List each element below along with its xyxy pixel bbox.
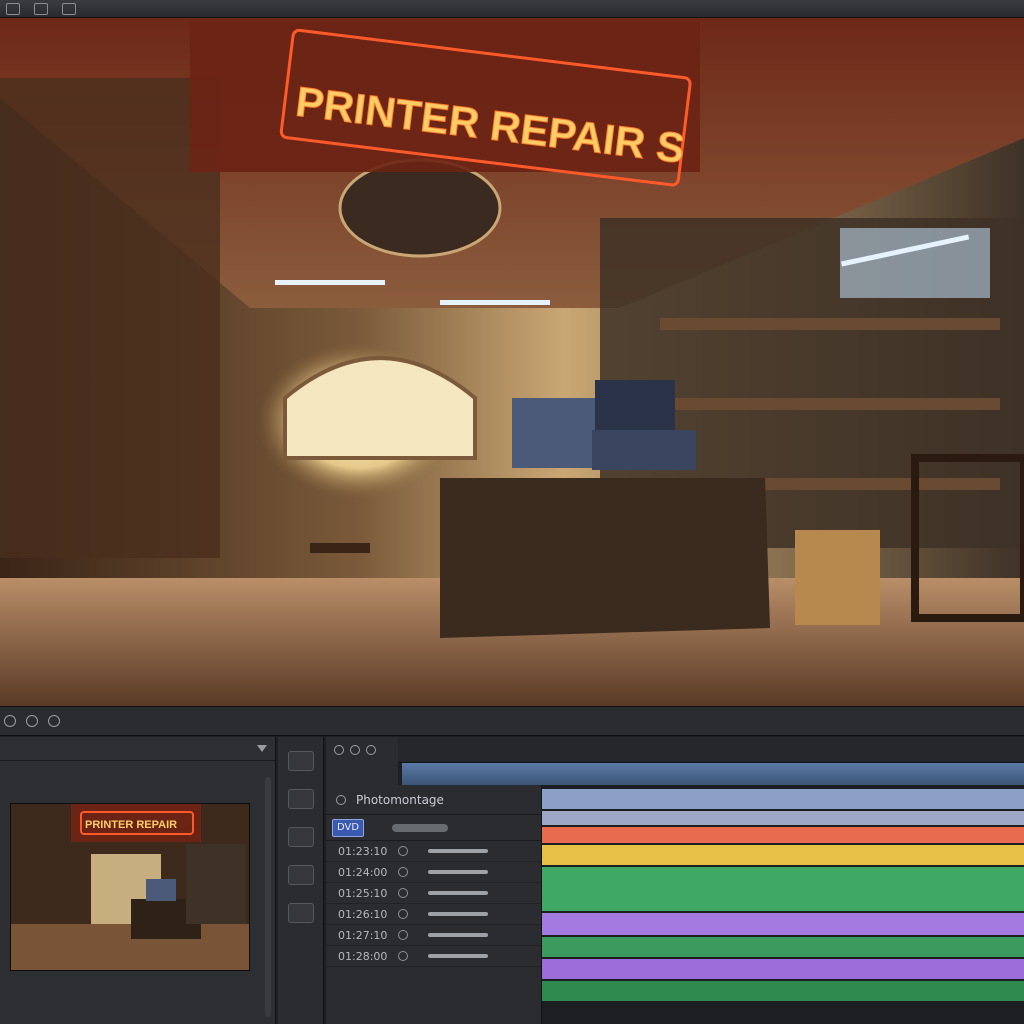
lock-icon[interactable] <box>336 794 346 805</box>
playhead-icon[interactable] <box>4 715 16 727</box>
mute-icon[interactable] <box>398 951 408 961</box>
track-timecode: 01:23:10 <box>338 844 388 858</box>
viewer-image: PRINTER REPAIR S <box>0 18 1024 706</box>
timeline-tracks <box>542 785 1024 1024</box>
settings-icon[interactable] <box>48 715 60 727</box>
ruler-timecode <box>326 763 398 785</box>
link-icon[interactable] <box>350 745 360 755</box>
track-volume-slider[interactable] <box>428 912 488 916</box>
timeline-clip[interactable] <box>542 827 1024 843</box>
track-timecode: 01:28:00 <box>338 949 388 963</box>
timeline-clip[interactable] <box>542 789 1024 809</box>
mute-icon[interactable] <box>398 909 408 919</box>
save-icon[interactable] <box>34 2 48 15</box>
mute-icon[interactable] <box>398 888 408 898</box>
main-viewer: PRINTER REPAIR S <box>0 18 1024 706</box>
timeline-clip[interactable] <box>542 913 1024 935</box>
mute-icon[interactable] <box>398 930 408 940</box>
timeline-clip[interactable] <box>542 845 1024 865</box>
timeline-ruler[interactable] <box>398 737 1024 763</box>
cut-tool-button[interactable] <box>287 827 314 847</box>
track-timecode: 01:25:10 <box>338 886 388 900</box>
track-row[interactable]: 01:28:00 <box>326 946 541 967</box>
track-timecode: 01:24:00 <box>338 865 388 879</box>
track-header-controls <box>326 737 398 763</box>
top-toolbar <box>0 0 1024 18</box>
eye-icon[interactable] <box>62 2 76 15</box>
track-volume-slider[interactable] <box>428 954 488 958</box>
preview-sign-text: PRINTER REPAIR <box>85 819 177 831</box>
audio-tool-button[interactable] <box>287 789 314 809</box>
track-volume-slider[interactable] <box>428 870 488 874</box>
track-list-controls: DVD <box>326 815 541 841</box>
timeline-clip[interactable] <box>542 937 1024 957</box>
viewer-status-bar <box>0 706 1024 736</box>
timeline-clip[interactable] <box>542 867 1024 911</box>
track-row[interactable]: 01:27:10 <box>326 925 541 946</box>
mute-icon[interactable] <box>398 867 408 877</box>
marker-icon[interactable] <box>366 745 376 755</box>
timeline-overview-strip[interactable] <box>402 763 1024 785</box>
preview-header <box>0 737 275 761</box>
snap-icon[interactable] <box>334 745 344 755</box>
output-badge[interactable]: DVD <box>332 818 364 837</box>
timeline-clip[interactable] <box>542 959 1024 979</box>
track-volume-slider[interactable] <box>428 849 488 853</box>
track-volume-slider[interactable] <box>428 933 488 937</box>
preview-thumbnail[interactable]: PRINTER REPAIR <box>10 803 250 971</box>
track-row[interactable]: 01:23:10 <box>326 841 541 862</box>
folder-icon[interactable] <box>6 2 20 15</box>
preview-panel: PRINTER REPAIR <box>0 737 276 1024</box>
tool-strip <box>278 737 324 1024</box>
text-tool-button[interactable] <box>287 865 314 885</box>
track-panel-title: Photomontage <box>356 792 444 807</box>
mute-icon[interactable] <box>398 846 408 856</box>
timeline-clip[interactable] <box>542 811 1024 825</box>
track-list: Photomontage DVD 01:23:10 01:24:00 01:25:1… <box>326 785 542 1024</box>
master-volume-slider[interactable] <box>392 823 448 832</box>
track-row[interactable]: 01:24:00 <box>326 862 541 883</box>
track-timecode: 01:27:10 <box>338 928 388 942</box>
preview-scrollbar[interactable] <box>265 777 271 1017</box>
menu-tool-button[interactable] <box>287 903 314 923</box>
track-row[interactable]: 01:26:10 <box>326 904 541 925</box>
timeline-clip[interactable] <box>542 981 1024 1001</box>
select-tool-button[interactable] <box>287 751 314 771</box>
track-volume-slider[interactable] <box>428 891 488 895</box>
timeline-clips <box>542 789 1024 1001</box>
dropdown-icon[interactable] <box>257 744 267 753</box>
track-row[interactable]: 01:25:10 <box>326 883 541 904</box>
track-list-header: Photomontage <box>326 785 541 815</box>
track-timecode: 01:26:10 <box>338 907 388 921</box>
zoom-icon[interactable] <box>26 715 38 727</box>
